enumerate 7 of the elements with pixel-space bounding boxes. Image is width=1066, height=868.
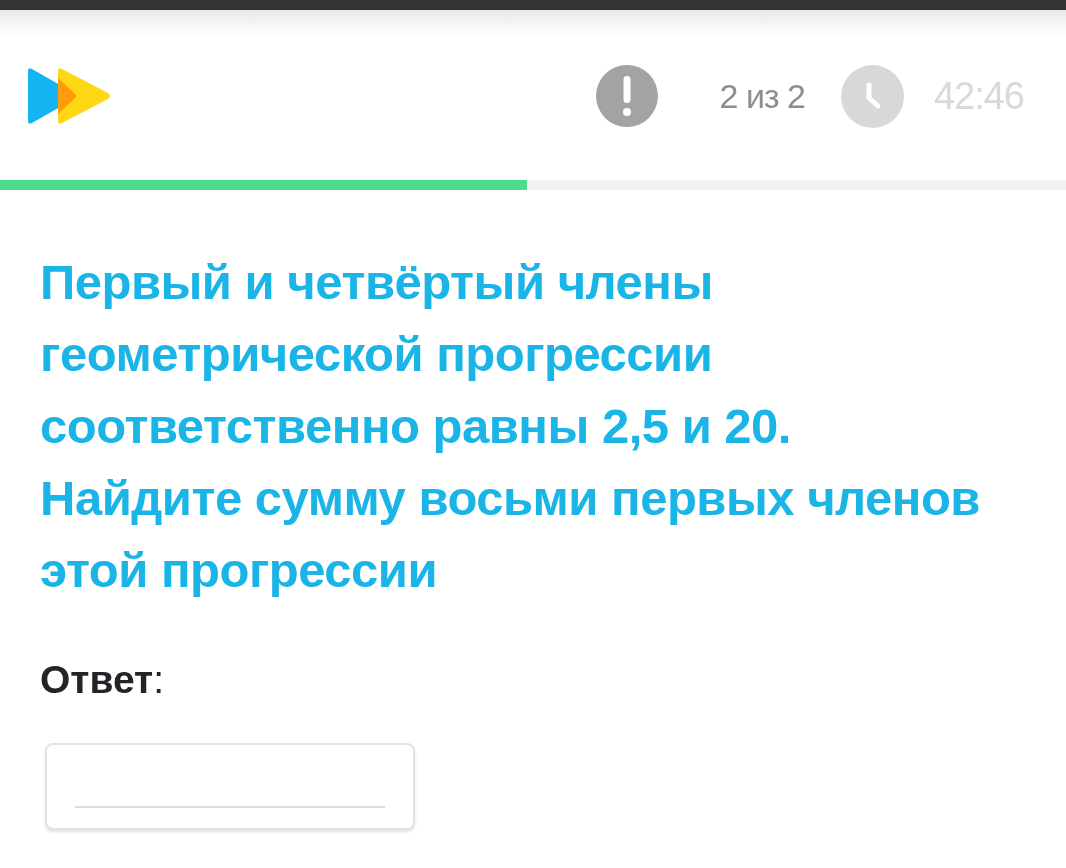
question-text: Первый и четвёртый члены геометрической прогрессии соответственно равны 2,5 и 20. Найдите сумму восьми первых членов этой прогрессии (40, 254, 981, 599)
alert-icon[interactable] (595, 65, 658, 127)
clock-icon (840, 64, 904, 128)
question-counter: 2 из 2 (719, 79, 805, 113)
answer-label: Ответ: (40, 660, 165, 699)
answer-field[interactable] (45, 743, 415, 830)
logo-icon (28, 67, 111, 125)
